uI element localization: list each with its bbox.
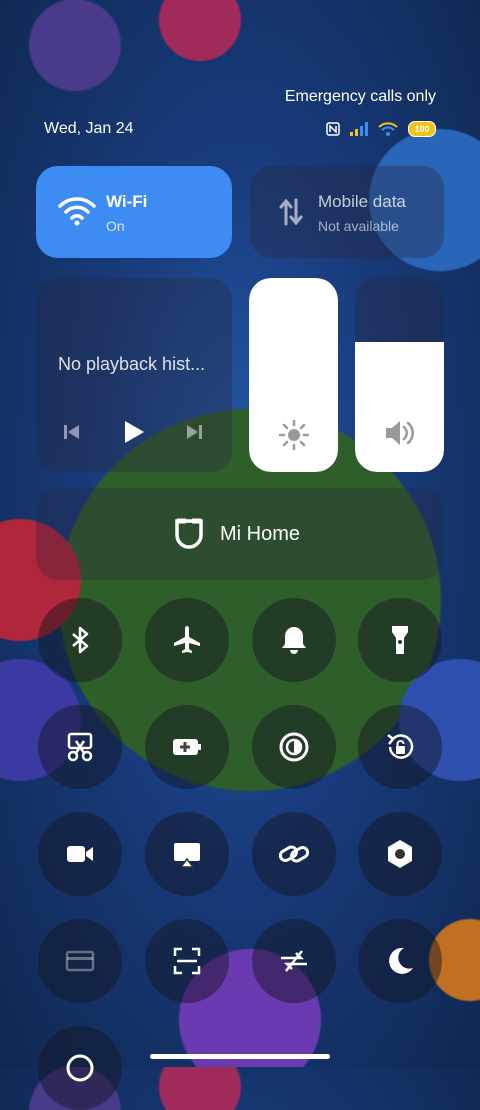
next-icon[interactable] [184,422,204,442]
screen-recorder-toggle[interactable] [38,812,122,896]
media-placeholder: No playback hist... [58,354,206,374]
circle-icon [66,1054,94,1082]
signal-icon [350,122,368,136]
mobile-data-icon [279,198,303,226]
hexagon-settings-icon [388,840,412,868]
card-icon [65,950,95,972]
video-icon [67,846,93,862]
flashlight-toggle[interactable] [358,598,442,682]
dnd-toggle[interactable] [358,919,442,1003]
bell-icon [282,627,306,654]
mobile-data-state: Not available [318,218,399,234]
brightness-slider[interactable] [249,278,338,472]
rotation-lock-icon [387,734,414,759]
volume-slider[interactable] [355,278,444,472]
status-icons: 100 [326,121,436,137]
bluetooth-toggle[interactable] [38,598,122,682]
dark-mode-toggle[interactable] [252,705,336,789]
battery-indicator: 100 [408,121,436,137]
mi-home-icon [175,518,203,549]
cast-toggle[interactable] [145,812,229,896]
scan-toggle[interactable] [145,919,229,1003]
rotation-lock-toggle[interactable] [358,705,442,789]
mi-home-label: Mi Home [220,523,301,545]
cast-icon [174,843,200,868]
wifi-state: On [106,218,125,234]
flashlight-icon [392,626,408,654]
sync-icon [281,950,307,972]
wifi-tile[interactable]: Wi-Fi On [36,166,232,258]
dark-mode-icon [279,732,309,762]
mute-toggle[interactable] [252,598,336,682]
screenshot-toggle[interactable] [38,705,122,789]
battery-saver-toggle[interactable] [145,705,229,789]
mobile-data-tile[interactable]: Mobile data Not available [250,166,444,258]
link-icon [278,845,310,863]
battery-saver-icon [173,739,201,755]
airplane-toggle[interactable] [145,598,229,682]
bluetooth-icon [72,626,89,654]
mi-home-tile[interactable]: Mi Home [36,488,444,580]
scan-icon [173,947,201,975]
link-toggle[interactable] [252,812,336,896]
airplane-icon [174,626,200,653]
moon-icon [389,947,413,974]
sync-toggle[interactable] [252,919,336,1003]
nfc-icon [326,122,340,136]
emergency-calls-text: Emergency calls only [284,88,436,105]
wifi-title: Wi-Fi [106,192,148,211]
date-text: Wed, Jan 24 [44,120,134,137]
speaker-icon [386,421,414,445]
wifi-status-icon [378,122,398,136]
previous-icon[interactable] [62,422,82,442]
volume-fill [355,342,444,472]
media-player: No playback hist... [36,278,232,472]
mobile-data-title: Mobile data [318,192,406,211]
play-icon[interactable] [122,419,146,445]
settings-toggle[interactable] [358,812,442,896]
wifi-icon [58,197,96,226]
partial-toggle[interactable] [38,1026,122,1110]
scissors-icon [67,732,93,762]
sun-icon [279,420,309,450]
card-toggle[interactable] [38,919,122,1003]
home-indicator[interactable] [150,1054,330,1059]
